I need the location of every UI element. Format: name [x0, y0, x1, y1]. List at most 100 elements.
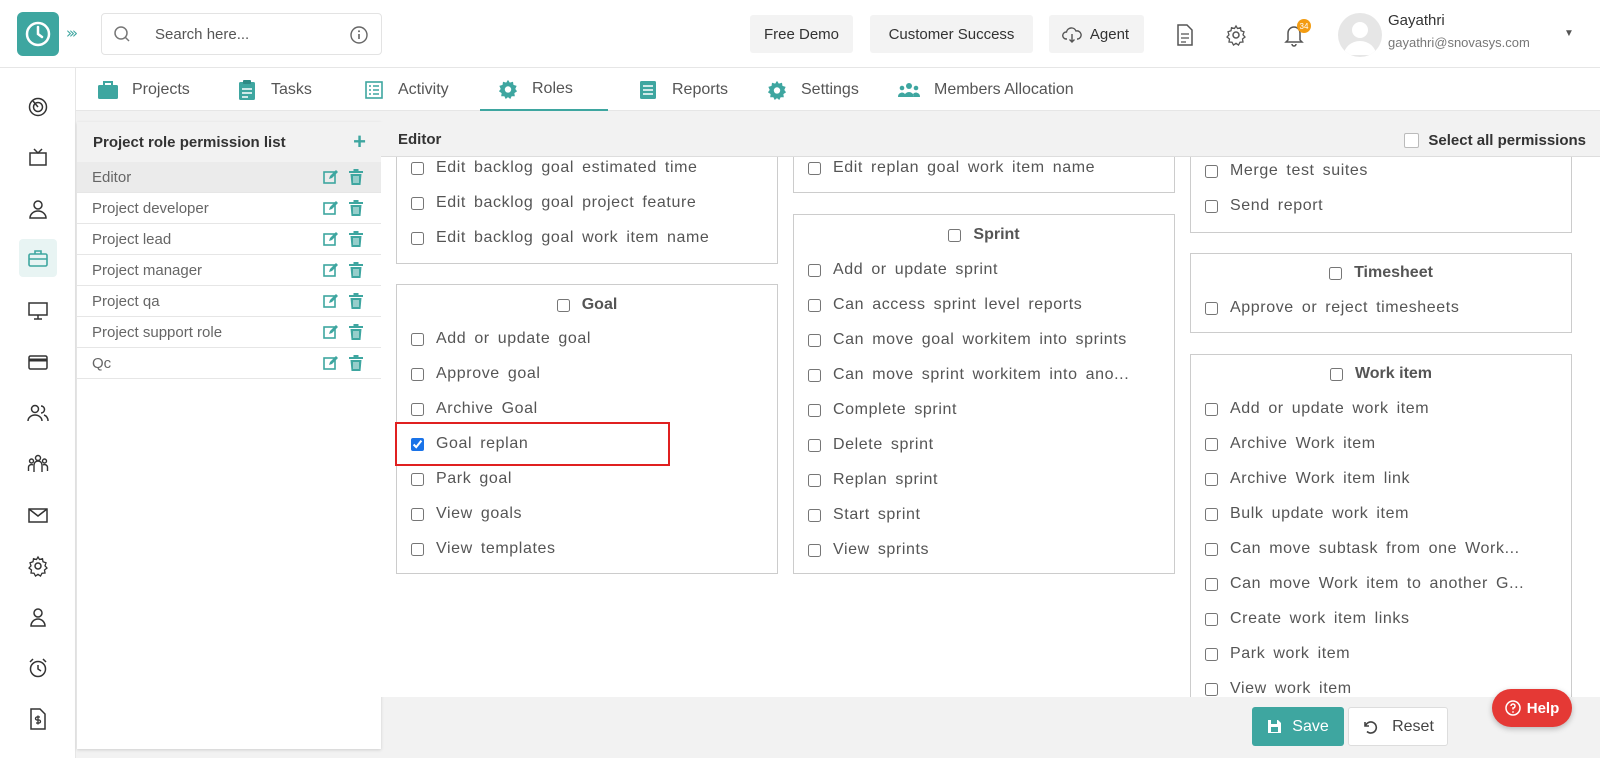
profile-badge-icon[interactable] [19, 598, 57, 636]
tab-settings[interactable]: Settings [766, 68, 859, 111]
edit-icon[interactable] [323, 231, 339, 247]
permission-checkbox[interactable] [808, 508, 821, 522]
group-checkbox[interactable] [948, 228, 962, 242]
info-icon[interactable] [349, 25, 369, 45]
role-item[interactable]: Project qa [77, 286, 381, 317]
permission-checkbox[interactable] [1205, 472, 1218, 486]
chevron-down-icon[interactable]: ▼ [1564, 28, 1574, 39]
permission-checkbox[interactable] [1205, 507, 1218, 521]
trash-icon[interactable] [349, 262, 363, 278]
team-icon[interactable] [19, 445, 57, 483]
document-icon[interactable] [1172, 22, 1198, 48]
edit-icon[interactable] [323, 200, 339, 216]
role-item[interactable]: Editor [77, 162, 381, 193]
permission-item[interactable]: Add or update work item [1205, 398, 1429, 420]
dashboard-icon[interactable] [19, 88, 57, 126]
user-name[interactable]: Gayathri [1388, 12, 1445, 29]
agent-button[interactable]: Agent [1049, 15, 1144, 53]
permission-item[interactable]: Approve goal [411, 363, 541, 385]
permission-checkbox[interactable] [411, 472, 424, 486]
edit-icon[interactable] [323, 262, 339, 278]
role-item[interactable]: Project manager [77, 255, 381, 286]
permission-item[interactable]: View work item [1205, 678, 1352, 700]
permission-checkbox[interactable] [411, 402, 424, 416]
permission-checkbox[interactable] [411, 231, 424, 245]
tab-projects[interactable]: Projects [97, 68, 190, 111]
user-icon[interactable] [19, 190, 57, 228]
card-title[interactable]: Sprint [794, 226, 1174, 244]
edit-icon[interactable] [323, 293, 339, 309]
tv-icon[interactable] [19, 139, 57, 177]
permission-checkbox[interactable] [808, 473, 821, 487]
permission-checkbox[interactable] [808, 263, 821, 277]
permission-checkbox[interactable] [1205, 164, 1218, 178]
invoice-icon[interactable] [19, 700, 57, 738]
help-button[interactable]: Help [1492, 689, 1572, 727]
permission-item[interactable]: Can move subtask from one Work... [1205, 538, 1520, 560]
search-input[interactable] [155, 25, 335, 43]
card-title[interactable]: Goal [397, 296, 777, 314]
edit-icon[interactable] [323, 169, 339, 185]
permission-item[interactable]: Add or update sprint [808, 259, 998, 281]
permission-checkbox[interactable] [411, 542, 424, 556]
permission-checkbox[interactable] [411, 507, 424, 521]
permission-checkbox[interactable] [411, 196, 424, 210]
group-checkbox[interactable] [556, 298, 570, 312]
select-all-checkbox[interactable] [1404, 133, 1420, 148]
users-icon[interactable] [19, 394, 57, 432]
trash-icon[interactable] [349, 324, 363, 340]
permission-item[interactable]: Park goal [411, 468, 512, 490]
permission-item[interactable]: View goals [411, 503, 522, 525]
permission-item[interactable]: Can access sprint level reports [808, 294, 1082, 316]
permission-checkbox[interactable] [1205, 301, 1218, 315]
trash-icon[interactable] [349, 231, 363, 247]
settings-icon[interactable] [19, 547, 57, 585]
permission-item[interactable]: Create work item links [1205, 608, 1410, 630]
group-checkbox[interactable] [1329, 367, 1343, 381]
permission-item[interactable]: Edit backlog goal estimated time [411, 157, 698, 179]
alarm-clock-icon[interactable] [19, 649, 57, 687]
trash-icon[interactable] [349, 169, 363, 185]
tab-reports[interactable]: Reports [637, 68, 728, 111]
permission-item[interactable]: Edit backlog goal work item name [411, 227, 709, 249]
role-item[interactable]: Project support role [77, 317, 381, 348]
permission-checkbox[interactable] [808, 543, 821, 557]
gear-icon[interactable] [1223, 22, 1249, 48]
permission-item[interactable]: Can move Work item to another G... [1205, 573, 1524, 595]
tab-members-allocation[interactable]: Members Allocation [897, 68, 1074, 111]
permission-item[interactable]: Park work item [1205, 643, 1350, 665]
permission-checkbox[interactable] [411, 332, 424, 346]
permission-checkbox[interactable] [1205, 402, 1218, 416]
permission-item[interactable]: View templates [411, 538, 556, 560]
permission-item[interactable]: Edit backlog goal project feature [411, 192, 696, 214]
add-role-icon[interactable]: + [353, 129, 366, 155]
permission-item[interactable]: Delete sprint [808, 434, 934, 456]
role-item[interactable]: Project developer [77, 193, 381, 224]
reset-button[interactable]: Reset [1348, 707, 1448, 746]
permission-checkbox[interactable] [808, 368, 821, 382]
tab-activity[interactable]: Activity [363, 68, 449, 111]
permission-item[interactable]: Can move sprint workitem into ano... [808, 364, 1129, 386]
card-title[interactable]: Timesheet [1191, 264, 1571, 282]
permission-checkbox[interactable] [808, 161, 821, 175]
permission-item[interactable]: Complete sprint [808, 399, 957, 421]
permission-checkbox[interactable] [808, 298, 821, 312]
permission-checkbox[interactable] [1205, 682, 1218, 696]
trash-icon[interactable] [349, 200, 363, 216]
group-checkbox[interactable] [1329, 266, 1343, 280]
permission-item[interactable]: Approve or reject timesheets [1205, 297, 1459, 319]
edit-icon[interactable] [323, 324, 339, 340]
permission-item[interactable]: Archive Work item link [1205, 468, 1410, 490]
permission-checkbox[interactable] [1205, 437, 1218, 451]
permission-item[interactable]: Add or update goal [411, 328, 591, 350]
mail-icon[interactable] [19, 496, 57, 534]
permission-checkbox[interactable] [1205, 199, 1218, 213]
permission-checkbox[interactable] [411, 367, 424, 381]
permission-item[interactable]: Merge test suites [1205, 160, 1368, 182]
app-logo-icon[interactable] [17, 12, 59, 56]
briefcase-icon[interactable] [19, 239, 57, 277]
permission-item[interactable]: Archive Work item [1205, 433, 1376, 455]
free-demo-button[interactable]: Free Demo [750, 15, 853, 53]
permission-checkbox[interactable] [1205, 577, 1218, 591]
edit-icon[interactable] [323, 355, 339, 371]
